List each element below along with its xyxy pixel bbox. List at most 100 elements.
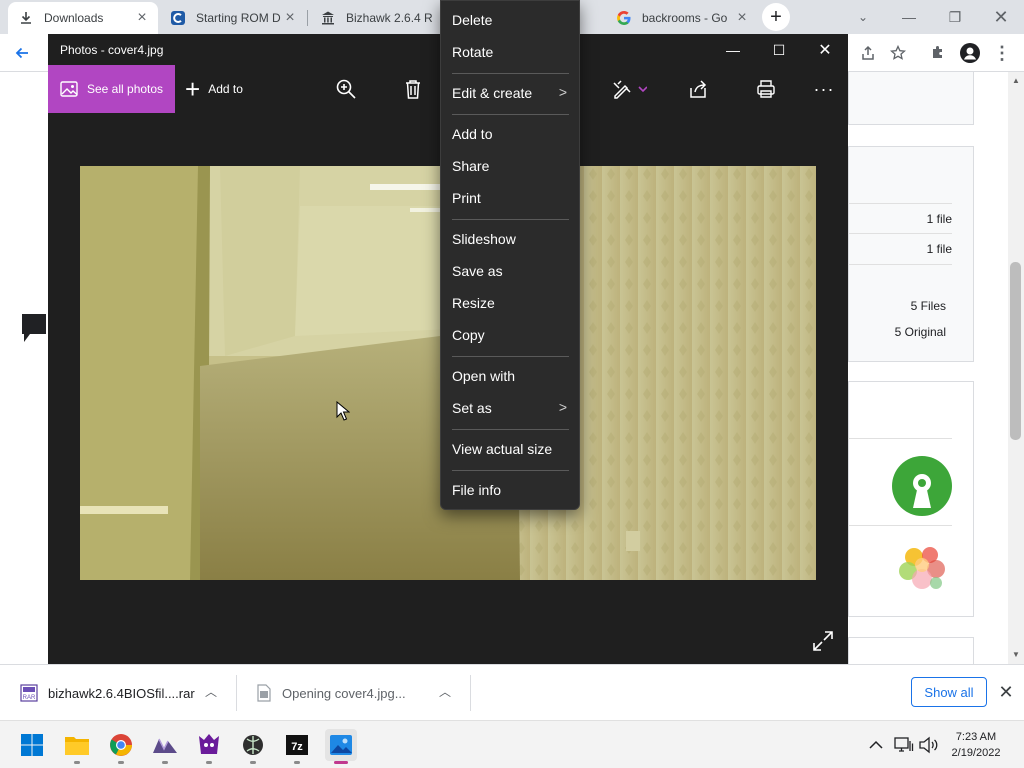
back-arrow-icon[interactable]	[10, 41, 34, 65]
photo-context-menu: Delete Rotate Edit & create > Add to Shar…	[440, 0, 580, 510]
menu-item-edit-create[interactable]: Edit & create >	[441, 77, 579, 109]
close-tab-icon[interactable]: ×	[282, 9, 298, 26]
share-icon[interactable]	[686, 77, 710, 101]
clock-time: 7:23 AM	[955, 731, 997, 743]
app-icon[interactable]	[237, 729, 269, 761]
menu-item-add-to[interactable]: Add to	[441, 118, 579, 150]
zoom-in-icon[interactable]	[334, 77, 358, 101]
running-indicator	[294, 761, 300, 764]
menu-item-slideshow[interactable]: Slideshow	[441, 223, 579, 255]
windows-taskbar: 7z 7:23 AM 2/19/2022	[0, 720, 1024, 768]
menu-item-view-actual-size[interactable]: View actual size	[441, 433, 579, 465]
active-app-indicator	[334, 761, 348, 764]
delete-trash-icon[interactable]	[401, 77, 425, 101]
menu-separator	[452, 470, 569, 471]
fullscreen-expand-icon[interactable]	[812, 630, 834, 652]
download-icon	[18, 10, 34, 26]
close-tab-icon[interactable]: ×	[134, 9, 150, 26]
menu-item-delete[interactable]: Delete	[441, 4, 579, 36]
colorful-logo-icon[interactable]	[892, 537, 952, 597]
print-icon[interactable]	[754, 77, 778, 101]
file-count-row: 1 file	[848, 234, 952, 265]
open-source-logo-icon[interactable]	[892, 456, 952, 516]
photos-gallery-icon	[60, 80, 78, 98]
menu-item-label: Print	[452, 190, 481, 206]
profile-avatar-icon[interactable]	[958, 41, 982, 65]
file-count-row: 1 file	[848, 203, 952, 234]
feedback-chat-icon[interactable]	[20, 312, 48, 344]
menu-item-file-info[interactable]: File info	[441, 474, 579, 506]
close-window-icon[interactable]: ✕	[802, 34, 848, 66]
menu-item-open-with[interactable]: Open with	[441, 360, 579, 392]
scrollbar-thumb[interactable]	[1010, 262, 1021, 440]
network-monitor-icon[interactable]	[894, 735, 914, 755]
menu-item-label: Open with	[452, 368, 516, 384]
chevron-up-icon[interactable]: ︿	[205, 683, 217, 700]
menu-item-label: Save as	[452, 263, 503, 279]
plus-icon: +	[185, 74, 201, 104]
tab-label: Bizhawk 2.6.4 R	[346, 11, 432, 25]
bookmark-star-icon[interactable]	[886, 41, 910, 65]
menu-item-label: Delete	[452, 12, 493, 28]
scroll-up-arrow-icon[interactable]: ▲	[1012, 76, 1020, 85]
tab-backrooms-search[interactable]: backrooms - Go ×	[606, 2, 758, 34]
show-all-downloads-button[interactable]: Show all	[911, 677, 987, 707]
edit-create-icon[interactable]	[611, 77, 647, 101]
menu-item-label: Resize	[452, 295, 495, 311]
window-title: Photos - cover4.jpg	[60, 43, 164, 57]
extensions-puzzle-icon[interactable]	[926, 41, 950, 65]
menu-item-rotate[interactable]: Rotate	[441, 36, 579, 68]
see-all-photos-button[interactable]: See all photos	[48, 65, 175, 113]
close-window-icon[interactable]: ✕	[978, 0, 1024, 34]
divider	[848, 525, 952, 526]
more-horizontal-icon[interactable]: ···	[812, 77, 836, 101]
menu-item-resize[interactable]: Resize	[441, 287, 579, 319]
chrome-icon[interactable]	[105, 729, 137, 761]
menu-item-set-as[interactable]: Set as >	[441, 392, 579, 424]
divider	[848, 438, 952, 439]
minimize-icon[interactable]: —	[710, 34, 756, 66]
site-c-icon	[170, 10, 186, 26]
menu-item-label: Edit & create	[452, 85, 533, 101]
tab-bizhawk[interactable]: Bizhawk 2.6.4 R	[310, 2, 440, 34]
running-indicator	[118, 761, 124, 764]
download-item[interactable]: Opening cover4.jpg... ︿	[256, 665, 466, 721]
menu-item-label: Rotate	[452, 44, 494, 60]
7zip-icon[interactable]: 7z	[281, 729, 313, 761]
tab-starting-rom[interactable]: Starting ROM D ×	[160, 2, 306, 34]
add-to-button[interactable]: + Add to	[185, 65, 243, 113]
new-tab-button[interactable]: +	[762, 3, 790, 31]
tab-search-chevron-icon[interactable]: ⌄	[840, 0, 886, 34]
photos-icon[interactable]	[325, 729, 357, 761]
game-icon[interactable]	[193, 729, 225, 761]
menu-item-save-as[interactable]: Save as	[441, 255, 579, 287]
download-divider	[470, 675, 471, 711]
menu-item-copy[interactable]: Copy	[441, 319, 579, 351]
download-item[interactable]: RAR bizhawk2.6.4BIOSfil....rar ︿	[20, 665, 230, 721]
rar-file-icon: RAR	[20, 684, 38, 702]
volume-speaker-icon[interactable]	[918, 735, 938, 755]
minimize-icon[interactable]: —	[886, 0, 932, 34]
show-hidden-icons-chevron-icon[interactable]	[866, 735, 886, 755]
plus-icon: +	[770, 5, 782, 28]
more-vert-icon[interactable]: ⋮	[990, 41, 1014, 65]
close-downloads-bar-icon[interactable]: ✕	[996, 682, 1016, 702]
clock-date: 2/19/2022	[951, 747, 1001, 759]
windows-start-icon[interactable]	[16, 729, 48, 761]
menu-item-label: Copy	[452, 327, 485, 343]
close-tab-icon[interactable]: ×	[734, 9, 750, 26]
menu-item-share[interactable]: Share	[441, 150, 579, 182]
maximize-icon[interactable]: ☐	[756, 34, 802, 66]
scroll-down-arrow-icon[interactable]: ▼	[1012, 650, 1020, 659]
app-icon[interactable]	[149, 729, 181, 761]
tab-downloads[interactable]: Downloads ×	[8, 2, 158, 34]
chevron-up-icon[interactable]: ︿	[439, 683, 451, 700]
system-clock[interactable]: 7:23 AM 2/19/2022	[940, 729, 1012, 761]
restore-icon[interactable]: ❐	[932, 0, 978, 34]
file-explorer-icon[interactable]	[61, 729, 93, 761]
menu-item-print[interactable]: Print	[441, 182, 579, 214]
tab-divider	[307, 10, 308, 26]
share-icon[interactable]	[856, 41, 880, 65]
running-indicator	[162, 761, 168, 764]
page-card-bottom	[848, 637, 974, 664]
